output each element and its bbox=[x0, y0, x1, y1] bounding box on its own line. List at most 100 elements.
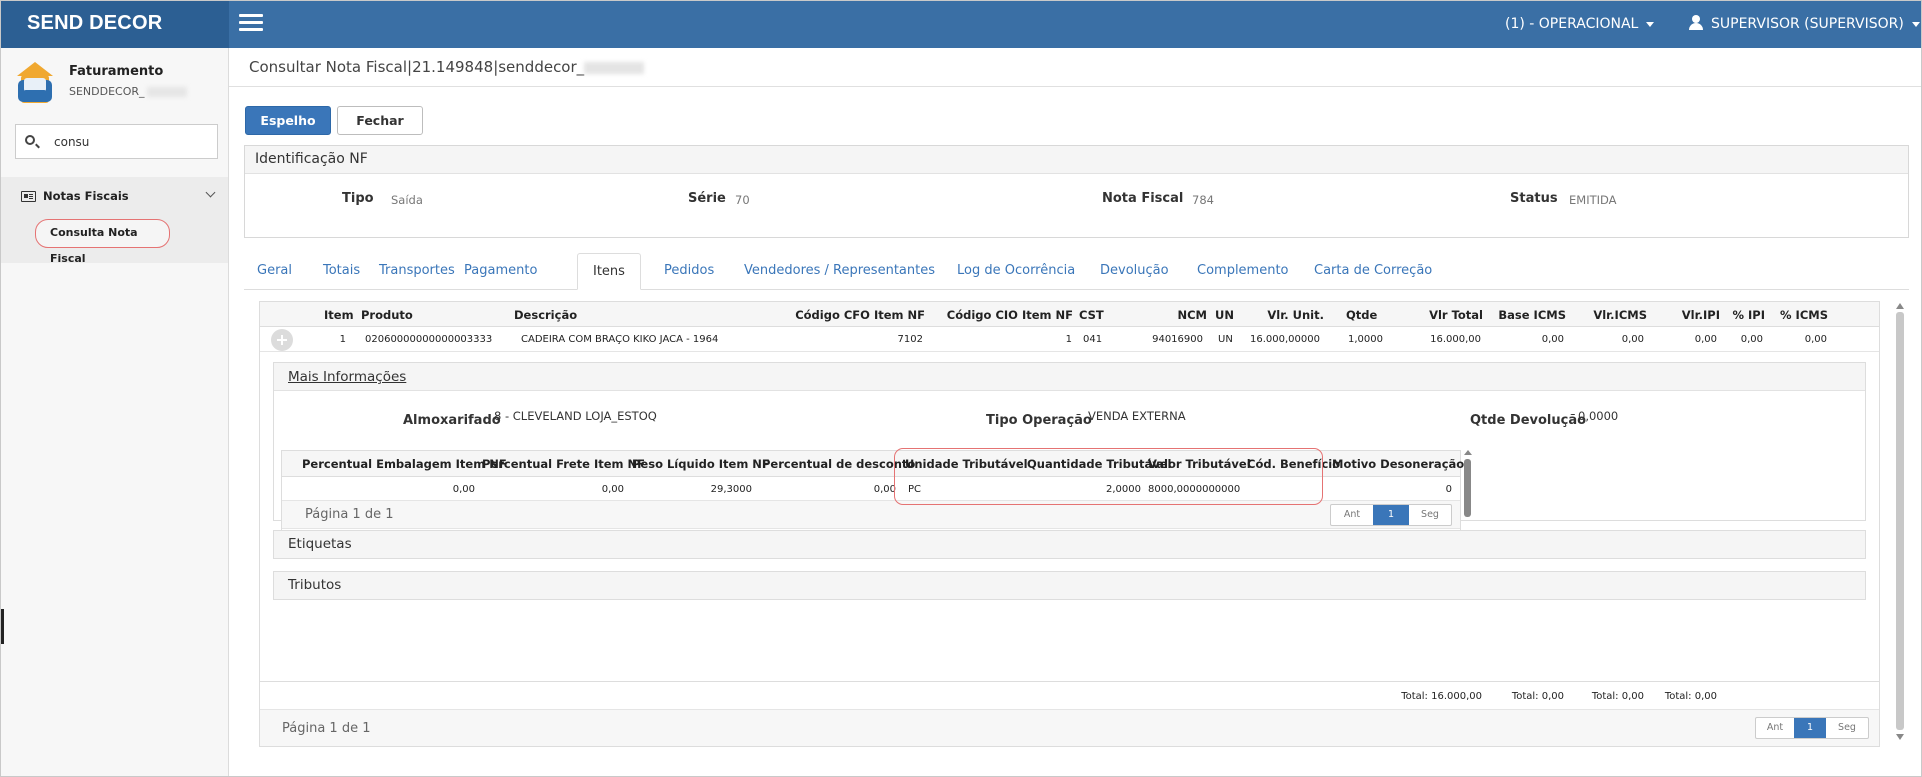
caret-down-icon bbox=[1646, 21, 1655, 27]
column-header[interactable]: Vlr. Unit. bbox=[1250, 308, 1324, 322]
page-info: Página 1 de 1 bbox=[282, 721, 371, 736]
column-header[interactable]: CST bbox=[1079, 308, 1104, 322]
tab-itens[interactable]: Itens bbox=[577, 253, 641, 290]
tab-log-ocorrencia[interactable]: Log de Ocorrência bbox=[957, 263, 1075, 278]
expand-row-icon[interactable] bbox=[271, 329, 293, 351]
cell: 0 bbox=[1445, 484, 1452, 495]
user-dropdown[interactable]: SUPERVISOR (SUPERVISOR) bbox=[1689, 1, 1920, 48]
column-header[interactable]: Produto bbox=[361, 308, 413, 322]
column-header[interactable]: Código CIO Item NF bbox=[933, 308, 1073, 322]
tipo-value: Saída bbox=[391, 193, 423, 207]
chevron-down-icon bbox=[205, 187, 216, 198]
tab-devolucao[interactable]: Devolução bbox=[1100, 263, 1169, 278]
tab-complemento[interactable]: Complemento bbox=[1197, 263, 1289, 278]
total-vlr-icms: Total: 0,00 bbox=[1591, 691, 1644, 702]
column-header[interactable]: Motivo Desoneração bbox=[1332, 457, 1464, 471]
sub-grid-scrollbar[interactable] bbox=[1463, 450, 1472, 536]
menu-search-input[interactable] bbox=[54, 133, 204, 151]
column-header[interactable]: Quantidade Tributável bbox=[1027, 457, 1172, 471]
cell: 94016900 bbox=[1152, 334, 1203, 345]
column-header[interactable]: Vlr.IPI bbox=[1660, 308, 1720, 322]
menu-search[interactable] bbox=[15, 124, 218, 159]
armchair-logo-icon bbox=[17, 62, 53, 103]
brand-logo[interactable]: SEND DECOR bbox=[1, 1, 229, 48]
tab-pedidos[interactable]: Pedidos bbox=[664, 263, 714, 278]
column-header[interactable]: UN bbox=[1215, 308, 1234, 322]
next-page-button[interactable]: Seg bbox=[1826, 718, 1868, 738]
prev-page-button[interactable]: Ant bbox=[1756, 718, 1794, 738]
column-header[interactable]: Valor Tributável bbox=[1148, 457, 1251, 471]
column-header[interactable]: Percentual de desconto bbox=[762, 457, 915, 471]
mais-informacoes-link[interactable]: Mais Informações bbox=[288, 369, 406, 385]
items-grid-footer: Página 1 de 1 Ant 1 Seg bbox=[260, 709, 1879, 746]
cell: 0,00 bbox=[873, 484, 896, 495]
page-title-text: Consultar Nota Fiscal|21.149848|senddeco… bbox=[249, 58, 585, 76]
column-header[interactable]: Cód. Benefício bbox=[1247, 457, 1340, 471]
sidebar-item-consulta-nota-fiscal[interactable]: Consulta Nota Fiscal bbox=[35, 219, 170, 265]
tab-transportes[interactable]: Transportes bbox=[379, 263, 455, 278]
table-row[interactable]: 1 02060000000000003333 CADEIRA COM BRAÇO… bbox=[260, 327, 1879, 352]
nav-group-label: Notas Fiscais bbox=[43, 189, 129, 203]
cell: 0,00 bbox=[452, 484, 475, 495]
column-header[interactable]: NCM bbox=[1140, 308, 1207, 322]
scroll-up-icon[interactable] bbox=[1896, 303, 1904, 309]
nav-group-header[interactable]: Notas Fiscais bbox=[1, 177, 228, 215]
cell: 0,00 bbox=[1804, 334, 1827, 345]
column-header[interactable]: Item bbox=[324, 308, 354, 322]
operation-dropdown[interactable]: (1) - OPERACIONAL bbox=[1505, 1, 1655, 48]
invoice-icon bbox=[21, 191, 36, 202]
operation-label: (1) - OPERACIONAL bbox=[1505, 16, 1639, 32]
module-subtitle-text: SENDDECOR_ bbox=[69, 85, 145, 98]
next-page-button[interactable]: Seg bbox=[1409, 505, 1451, 525]
page-title: Consultar Nota Fiscal|21.149848|senddeco… bbox=[249, 58, 645, 76]
app-window: SEND DECOR (1) - OPERACIONAL SUPERVISOR … bbox=[0, 0, 1922, 777]
table-row[interactable]: 0,00 0,00 29,3000 0,00 PC 2,0000 8000,00… bbox=[282, 477, 1460, 501]
column-header[interactable]: % ICMS bbox=[1772, 308, 1828, 322]
cell: 1 bbox=[339, 334, 346, 345]
scroll-thumb[interactable] bbox=[1896, 312, 1904, 730]
cell: PC bbox=[908, 484, 922, 495]
column-header[interactable]: Vlr.ICMS bbox=[1580, 308, 1647, 322]
user-label: SUPERVISOR (SUPERVISOR) bbox=[1711, 16, 1904, 32]
tributos-accordion[interactable]: Tributos bbox=[273, 571, 1866, 600]
current-page-button[interactable]: 1 bbox=[1373, 505, 1409, 525]
mais-informacoes-header: Mais Informações bbox=[274, 363, 1865, 391]
column-header[interactable]: Unidade Tributável bbox=[905, 457, 1028, 471]
column-header[interactable]: Código CFO Item NF bbox=[785, 308, 925, 322]
scroll-up-icon[interactable] bbox=[1464, 450, 1472, 455]
column-header[interactable]: Percentual Embalagem Item NF bbox=[302, 457, 507, 471]
tab-pagamento[interactable]: Pagamento bbox=[464, 263, 537, 278]
nota-fiscal-value: 784 bbox=[1192, 193, 1214, 207]
espelho-button[interactable]: Espelho bbox=[245, 106, 331, 135]
module-title: Faturamento bbox=[69, 64, 164, 79]
caret-down-icon bbox=[1911, 21, 1920, 27]
prev-page-button[interactable]: Ant bbox=[1331, 505, 1373, 525]
tab-vendedores[interactable]: Vendedores / Representantes bbox=[744, 263, 935, 278]
column-header[interactable]: Base ICMS bbox=[1495, 308, 1566, 322]
cell: 0,00 bbox=[1541, 334, 1564, 345]
pagination: Ant 1 Seg bbox=[1755, 717, 1869, 739]
nav-group-notas-fiscais: Notas Fiscais Consulta Nota Fiscal bbox=[1, 177, 228, 265]
tab-carta-correcao[interactable]: Carta de Correção bbox=[1314, 263, 1432, 278]
column-header[interactable]: Descrição bbox=[514, 308, 577, 322]
column-header[interactable]: Qtde bbox=[1346, 308, 1377, 322]
total-vlr-ipi: Total: 0,00 bbox=[1664, 691, 1717, 702]
page-info: Página 1 de 1 bbox=[305, 507, 394, 522]
tab-bar: Geral Totais Transportes Pagamento Itens… bbox=[244, 253, 1909, 290]
tab-geral[interactable]: Geral bbox=[257, 263, 292, 278]
fechar-button[interactable]: Fechar bbox=[337, 106, 423, 135]
window-edge-marker bbox=[1, 609, 4, 644]
content-scrollbar[interactable] bbox=[1895, 303, 1906, 740]
scroll-thumb[interactable] bbox=[1464, 459, 1471, 517]
scroll-down-icon[interactable] bbox=[1896, 734, 1904, 740]
etiquetas-accordion[interactable]: Etiquetas bbox=[273, 530, 1866, 559]
column-header[interactable]: Peso Líquido Item NF bbox=[632, 457, 770, 471]
cell: 0,00 bbox=[601, 484, 624, 495]
status-label: Status bbox=[1510, 191, 1558, 206]
column-header[interactable]: Percentual Frete Item NF bbox=[482, 457, 645, 471]
current-page-button[interactable]: 1 bbox=[1794, 718, 1826, 738]
column-header[interactable]: % IPI bbox=[1725, 308, 1765, 322]
column-header[interactable]: Vlr Total bbox=[1410, 308, 1483, 322]
tab-totais[interactable]: Totais bbox=[323, 263, 360, 278]
hamburger-menu-icon[interactable] bbox=[239, 14, 263, 31]
